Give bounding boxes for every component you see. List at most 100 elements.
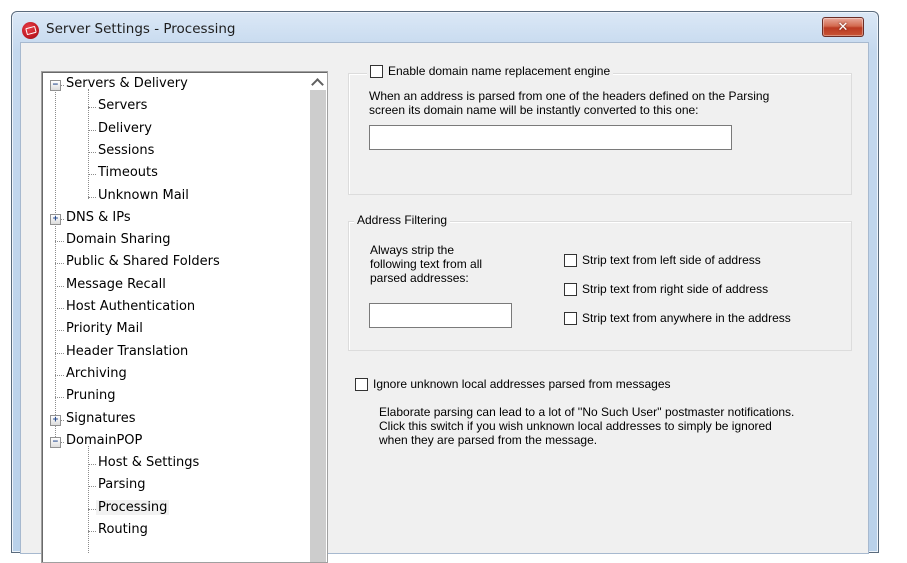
strip-label-line: parsed addresses: [370, 271, 469, 285]
tree-connector-line [55, 397, 64, 399]
enable-domain-replacement-checkbox[interactable] [370, 64, 383, 78]
dialog-body: − Servers & Delivery Servers Delivery Sessio… [20, 42, 869, 563]
ignore-unknown-checkbox[interactable] [355, 377, 368, 391]
tree-item-header-translation[interactable]: Header Translation [66, 342, 188, 362]
strip-label-line: following text from all [370, 257, 483, 271]
tree-item-label: Pruning [66, 388, 116, 404]
tree-connector-line [55, 285, 64, 287]
window-title: Server Settings - Processing [46, 21, 236, 37]
enable-domain-replacement-checkbox-row[interactable]: Enable domain name replacement engine [367, 64, 614, 78]
title-bar[interactable]: Server Settings - Processing ✕ [12, 12, 878, 42]
tree-connector-line [88, 174, 96, 176]
tree-connector-line [88, 107, 96, 109]
tree-connector-line [88, 129, 96, 131]
replacement-domain-input[interactable] [369, 125, 732, 150]
strip-anywhere-checkbox[interactable] [564, 311, 577, 325]
tree-item-label: Sessions [98, 142, 155, 158]
strip-left-checkbox[interactable] [564, 253, 577, 267]
address-filtering-legend: Address Filtering [354, 213, 451, 227]
tree-connector-line [88, 508, 96, 510]
tree-item-label: Servers [98, 98, 148, 114]
tree-item-delivery[interactable]: Delivery [98, 119, 152, 139]
scroll-thumb[interactable] [310, 90, 326, 562]
tree-item-priority-mail[interactable]: Priority Mail [66, 319, 143, 339]
tree-item-timeouts[interactable]: Timeouts [98, 163, 158, 183]
tree-item-processing[interactable]: Processing [96, 498, 170, 518]
tree-item-label: Routing [98, 522, 148, 537]
strip-right-checkbox[interactable] [564, 282, 577, 296]
address-filtering-title: Address Filtering [357, 213, 448, 227]
tree-item-signatures[interactable]: Signatures [66, 409, 136, 429]
tree-item-label: Public & Shared Folders [66, 254, 220, 270]
ignore-unknown-option[interactable]: Ignore unknown local addresses parsed fr… [355, 377, 671, 391]
tree-item-domain-sharing[interactable]: Domain Sharing [66, 230, 170, 250]
tree-connector-line [55, 308, 64, 309]
tree-connector-line [88, 151, 96, 153]
expand-icon[interactable]: + [50, 213, 61, 225]
tree-item-label: Priority Mail [66, 321, 143, 337]
tree-item-host-authentication[interactable]: Host Authentication [66, 297, 195, 317]
tree-connector-line [55, 241, 64, 243]
tree-connector-line [55, 352, 64, 354]
tree-item-public-and-shared-folders[interactable]: Public & Shared Folders [66, 252, 220, 272]
tree-connector-line [55, 330, 64, 332]
strip-right-option[interactable]: Strip text from right side of address [564, 282, 768, 296]
expand-icon[interactable]: + [50, 414, 61, 426]
tree-connector-line [88, 196, 96, 198]
description-line: Elaborate parsing can lead to a lot of '… [379, 405, 795, 419]
strip-anywhere-label: Strip text from anywhere in the address [582, 311, 791, 325]
tree-item-routing[interactable]: Routing [98, 520, 148, 540]
tree-item-label: Archiving [66, 365, 127, 381]
tree-connector-line [88, 531, 96, 532]
strip-anywhere-option[interactable]: Strip text from anywhere in the address [564, 311, 791, 325]
tree-connector-line [88, 486, 96, 488]
tree-item-parsing[interactable]: Parsing [98, 475, 145, 495]
tree-item-label: Timeouts [98, 165, 158, 181]
tree-item-sessions[interactable]: Sessions [98, 141, 154, 161]
tree-item-label: Header Translation [66, 343, 189, 359]
strip-right-label: Strip text from right side of address [582, 282, 769, 296]
tree-item-archiving[interactable]: Archiving [66, 364, 127, 384]
tree-item-domainpop[interactable]: DomainPOP [66, 431, 142, 451]
tree-item-label: Host & Settings [98, 455, 200, 471]
strip-text-label: Always strip the following text from all… [370, 243, 530, 285]
scroll-up-button[interactable] [309, 73, 326, 91]
tree-item-pruning[interactable]: Pruning [66, 386, 116, 406]
tree-item-dns-and-ips[interactable]: DNS & IPs [66, 208, 131, 228]
description-line: screen its domain name will be instantly… [369, 103, 699, 117]
tree-item-label: Parsing [98, 477, 146, 493]
strip-text-input[interactable] [369, 303, 512, 328]
tree-item-servers-and-delivery[interactable]: Servers & Delivery [66, 74, 188, 94]
tree-item-label: Servers & Delivery [66, 76, 188, 91]
tree-item-host-and-settings[interactable]: Host & Settings [98, 453, 199, 473]
ignore-unknown-label: Ignore unknown local addresses parsed fr… [373, 377, 671, 391]
description-line: When an address is parsed from one of th… [369, 89, 770, 103]
tree-connector-line [88, 445, 89, 553]
tree-item-label: Signatures [66, 410, 136, 426]
tree-item-label: Message Recall [66, 276, 166, 292]
tree-scrollbar[interactable] [309, 73, 326, 562]
domain-replacement-description: When an address is parsed from one of th… [369, 89, 839, 117]
collapse-icon[interactable]: − [50, 80, 61, 91]
close-icon: ✕ [837, 19, 849, 35]
tree-connector-line [55, 84, 56, 441]
strip-label-line: Always strip the [370, 243, 455, 257]
tree-connector-line [55, 374, 64, 376]
close-button[interactable]: ✕ [822, 17, 864, 37]
description-line: when they are parsed from the message. [379, 433, 598, 447]
tree-item-label: Processing [96, 499, 170, 515]
tree-item-label: Unknown Mail [98, 187, 189, 203]
tree-connector-line [88, 89, 89, 199]
tree-item-label: DomainPOP [66, 432, 143, 448]
tree-item-label: DNS & IPs [66, 209, 131, 225]
tree-connector-line [88, 464, 96, 466]
tree-item-label: Delivery [98, 120, 152, 136]
tree-item-message-recall[interactable]: Message Recall [66, 275, 166, 295]
description-line: Click this switch if you wish unknown lo… [379, 419, 772, 433]
tree-item-unknown-mail[interactable]: Unknown Mail [98, 186, 189, 206]
strip-left-option[interactable]: Strip text from left side of address [564, 253, 761, 267]
collapse-icon[interactable]: − [50, 436, 61, 448]
mdaemon-app-icon [22, 22, 39, 39]
tree-item-servers[interactable]: Servers [98, 96, 147, 116]
settings-window: Server Settings - Processing ✕ − Servers … [11, 11, 879, 563]
